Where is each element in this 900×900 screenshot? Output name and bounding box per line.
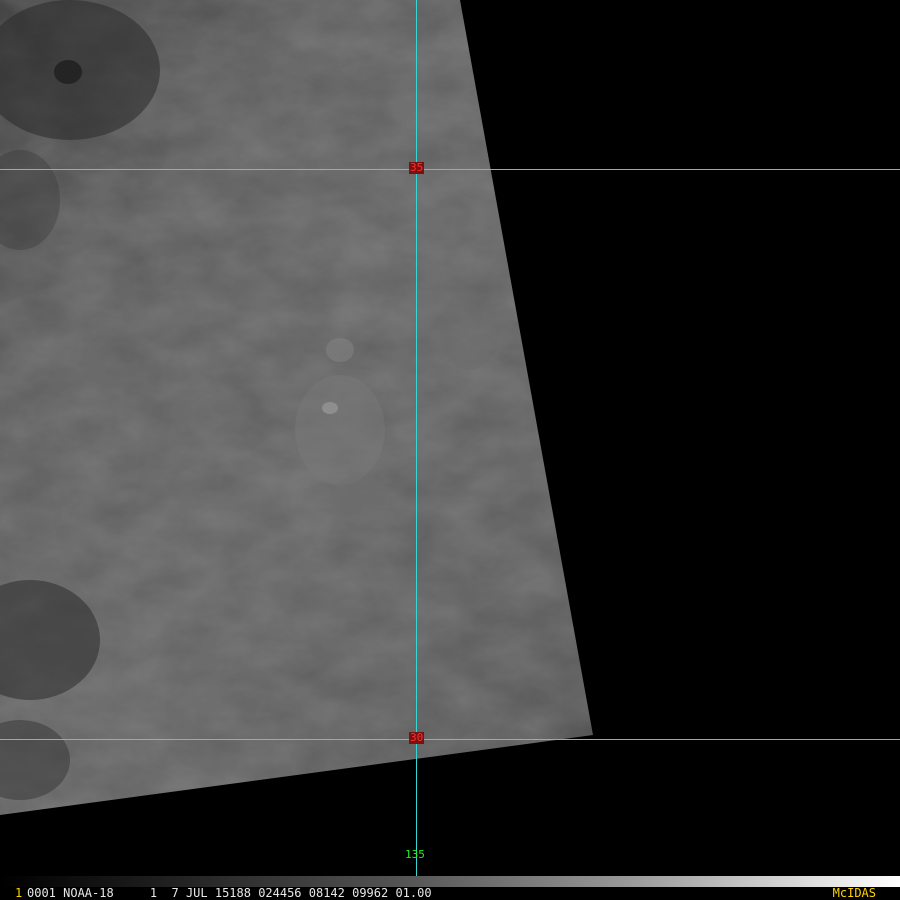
satellite-image-canvas [0, 0, 900, 876]
satellite-viewport: 35 30 135 [0, 0, 900, 900]
satellite-swath [0, 0, 593, 815]
lat-label-30: 30 [409, 731, 425, 744]
status-bar: 1 0001 NOAA-18 1 7 JUL 15188 024456 0814… [0, 876, 900, 900]
status-line: 1 0001 NOAA-18 1 7 JUL 15188 024456 0814… [0, 887, 900, 900]
image-metadata-text: 0001 NOAA-18 1 7 JUL 15188 024456 08142 … [27, 886, 432, 900]
mcidas-brand: McIDAS [832, 886, 876, 900]
lat-label-35: 35 [409, 161, 425, 174]
lon-label-135: 135 [405, 848, 425, 861]
frame-number: 1 [15, 886, 23, 900]
